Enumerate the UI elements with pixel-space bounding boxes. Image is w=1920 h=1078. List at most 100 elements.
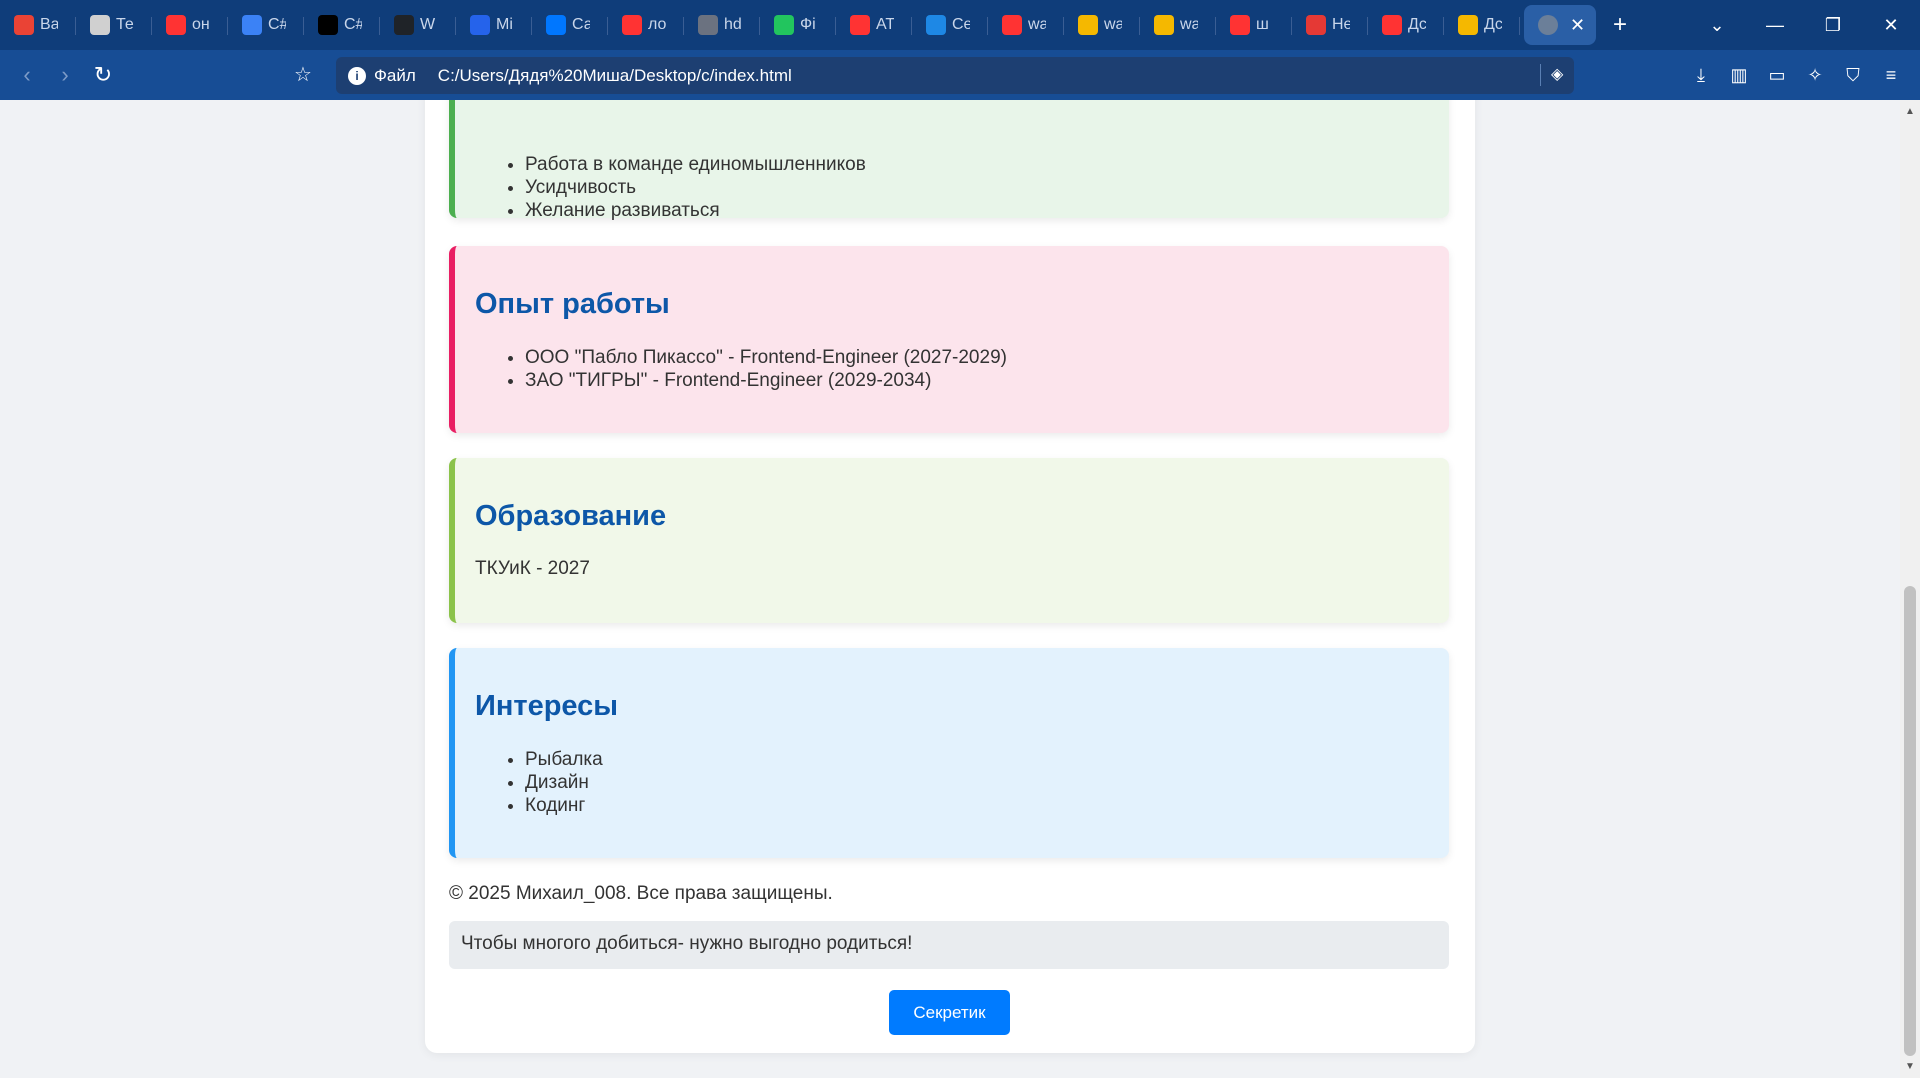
browser-tab[interactable]: hd <box>684 5 760 45</box>
new-tab-button[interactable]: + <box>1596 11 1644 39</box>
tab-title: Ва <box>40 16 58 33</box>
brave-shield-icon[interactable]: ◈ <box>1540 64 1563 86</box>
browser-tab[interactable]: wa <box>988 5 1064 45</box>
reload-button[interactable]: ↻ <box>84 62 122 88</box>
browser-tab[interactable]: Са <box>532 5 608 45</box>
restore-button[interactable]: ❐ <box>1804 15 1862 36</box>
browser-tab[interactable]: C# <box>304 5 380 45</box>
yandex-icon <box>166 15 186 35</box>
browser-tab[interactable]: Те <box>76 5 152 45</box>
tab-list: Ва Те он C# C# W Mi Са ло hd Фі АТ Се wa wa wa ш Не Дс Дс <box>0 5 1520 45</box>
work-list: ООО "Пабло Пикассо" - Frontend-Engineer … <box>475 346 1007 392</box>
minimize-button[interactable]: — <box>1746 15 1804 36</box>
skills-section: Работа в команде единомышленников Усидчи… <box>449 100 1449 221</box>
tab-title: Дс <box>1408 16 1426 33</box>
tab-search-chevron-icon[interactable]: ⌄ <box>1688 15 1746 36</box>
download-icon[interactable]: ⤓ <box>1682 65 1720 86</box>
tab-active[interactable]: ✕ <box>1524 5 1596 45</box>
doc-icon <box>90 15 110 35</box>
browser-tab[interactable]: он <box>152 5 228 45</box>
tab-strip: Ва Те он C# C# W Mi Са ло hd Фі АТ Се wa wa wa ш Не Дс Дс ✕… <box>0 0 1920 50</box>
skills-list: Работа в команде единомышленников Усидчи… <box>475 153 866 222</box>
tab-title: Не <box>1332 16 1350 33</box>
list-item: ЗАО "ТИГРЫ" - Frontend-Engineer (2029-20… <box>525 369 1007 392</box>
globe-icon <box>1538 15 1558 35</box>
tab-title: ло <box>648 16 666 33</box>
tab-title: wa <box>1104 16 1122 33</box>
menu-icon[interactable]: ≡ <box>1872 65 1910 86</box>
tab-title: он <box>192 16 210 33</box>
yandex-icon <box>850 15 870 35</box>
browser-tab[interactable]: Mi <box>456 5 532 45</box>
image-icon <box>1154 15 1174 35</box>
tab-title: Mi <box>496 16 513 33</box>
browser-tab[interactable]: C# <box>228 5 304 45</box>
resume-container: Работа в команде единомышленников Усидчи… <box>425 100 1475 1053</box>
github-icon <box>394 15 414 35</box>
list-item: Рыбалка <box>525 748 603 771</box>
page-scrollbar[interactable]: ▲ ▼ <box>1900 100 1920 1078</box>
education-text: ТКУиК - 2027 <box>475 558 590 579</box>
forward-button[interactable]: › <box>46 62 84 88</box>
browser-tab[interactable]: Не <box>1292 5 1368 45</box>
info-icon[interactable]: i <box>348 66 366 85</box>
browser-tab[interactable]: wa <box>1064 5 1140 45</box>
browser-tab[interactable]: wa <box>1140 5 1216 45</box>
hd-green-icon <box>774 15 794 35</box>
image-icon <box>1078 15 1098 35</box>
browser-tab[interactable]: W <box>380 5 456 45</box>
bookmark-icon[interactable]: ☆ <box>294 62 312 87</box>
wallet-icon[interactable]: ▭ <box>1758 65 1796 86</box>
close-tab-icon[interactable]: ✕ <box>1570 15 1585 36</box>
browser-toolbar: ‹ › ↻ ☆ i Файл C:/Users/Дядя%20Миша/Desk… <box>0 50 1920 100</box>
scroll-thumb[interactable] <box>1904 586 1916 1056</box>
tab-title: Дс <box>1484 16 1502 33</box>
yandex-icon <box>1002 15 1022 35</box>
toolbar-tools: ⤓ ▥ ▭ ✧ ⛉ ≡ <box>1682 50 1910 100</box>
vk-icon <box>546 15 566 35</box>
tab-title: W <box>420 16 436 33</box>
section-title: Интересы <box>475 690 619 722</box>
section-title: Образование <box>475 500 667 532</box>
browser-tab[interactable]: Се <box>912 5 988 45</box>
leo-ai-icon[interactable]: ✧ <box>1796 65 1834 86</box>
browser-tab[interactable]: Фі <box>760 5 836 45</box>
yandex-icon <box>1382 15 1402 35</box>
vpn-shield-icon[interactable]: ⛉ <box>1834 65 1872 86</box>
tab-title: C# <box>268 16 286 33</box>
browser-tab[interactable]: Ва <box>0 5 76 45</box>
tab-title: hd <box>724 16 742 33</box>
list-item: Усидчивость <box>525 176 866 199</box>
window-controls: ⌄ — ❐ ✕ <box>1688 0 1920 50</box>
frame-icon <box>926 15 946 35</box>
browser-tab[interactable]: Дс <box>1444 5 1520 45</box>
sidebar-icon[interactable]: ▥ <box>1720 65 1758 86</box>
csharp-icon <box>242 15 262 35</box>
address-url[interactable]: C:/Users/Дядя%20Миша/Desktop/c/index.htm… <box>438 66 792 86</box>
scroll-up-arrow-icon[interactable]: ▲ <box>1905 106 1915 117</box>
tab-title: wa <box>1028 16 1046 33</box>
tab-title: Фі <box>800 16 816 33</box>
list-item: ООО "Пабло Пикассо" - Frontend-Engineer … <box>525 346 1007 369</box>
interests-list: Рыбалка Дизайн Кодинг <box>475 748 603 817</box>
tab-title: wa <box>1180 16 1198 33</box>
work-section: Опыт работы ООО "Пабло Пикассо" - Fronte… <box>449 246 1449 433</box>
browser-tab[interactable]: ш <box>1216 5 1292 45</box>
list-item: Кодинг <box>525 794 603 817</box>
scroll-down-arrow-icon[interactable]: ▼ <box>1905 1061 1915 1072</box>
quote-box: Чтобы многого добиться- нужно выгодно ро… <box>449 921 1449 969</box>
browser-tab[interactable]: Дс <box>1368 5 1444 45</box>
address-bar[interactable]: i Файл C:/Users/Дядя%20Миша/Desktop/c/in… <box>336 57 1574 94</box>
close-window-button[interactable]: ✕ <box>1862 15 1920 36</box>
tab-title: Са <box>572 16 590 33</box>
tab-title: АТ <box>876 16 894 33</box>
list-item: Дизайн <box>525 771 603 794</box>
browser-tab[interactable]: ло <box>608 5 684 45</box>
yandex-icon <box>622 15 642 35</box>
secret-button[interactable]: Секретик <box>889 990 1010 1035</box>
interests-section: Интересы Рыбалка Дизайн Кодинг <box>449 648 1449 858</box>
shield-red-icon <box>1306 15 1326 35</box>
tab-title: Се <box>952 16 970 33</box>
back-button[interactable]: ‹ <box>8 62 46 88</box>
browser-tab[interactable]: АТ <box>836 5 912 45</box>
